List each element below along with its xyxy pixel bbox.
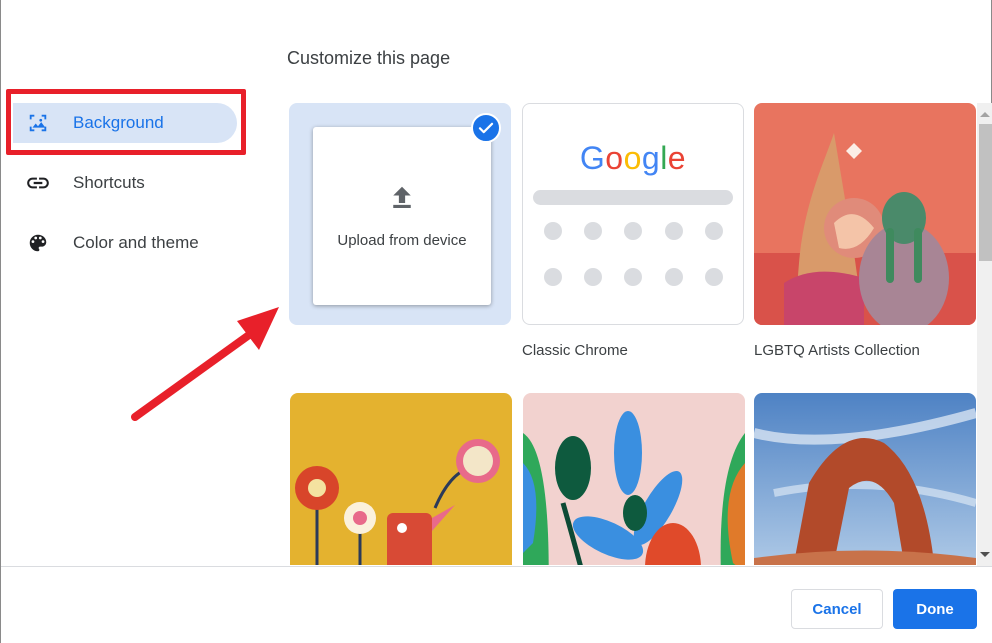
done-button[interactable]: Done — [893, 589, 977, 629]
scrollbar-thumb[interactable] — [979, 124, 992, 261]
shortcut-dot — [665, 268, 683, 286]
upload-label: Upload from device — [337, 232, 467, 249]
dialog-footer: Cancel Done — [1, 566, 992, 643]
shortcut-dot — [584, 222, 602, 240]
palette-icon — [25, 230, 51, 256]
sidebar-item-shortcuts[interactable]: Shortcuts — [13, 163, 237, 203]
desert-arch-thumb — [754, 393, 976, 565]
shortcut-dot — [624, 222, 642, 240]
shortcut-dot — [544, 222, 562, 240]
scroll-down-arrow-icon[interactable] — [980, 552, 990, 557]
classic-chrome-thumb: Google — [522, 103, 744, 325]
shortcut-dot — [544, 268, 562, 286]
background-tile[interactable] — [290, 393, 512, 565]
search-bar-placeholder — [533, 190, 733, 205]
shortcut-dot — [624, 268, 642, 286]
plants-thumb — [523, 393, 745, 565]
upload-card: Upload from device — [313, 127, 491, 305]
background-grid: Upload from device Google Classic Chrome… — [287, 100, 977, 565]
scroll-up-arrow-icon[interactable] — [980, 112, 990, 117]
background-tile[interactable] — [523, 393, 745, 565]
annotation-arrow — [131, 307, 279, 421]
customize-dialog: Customize this page Background Shortcuts… — [0, 0, 992, 643]
shortcut-dot — [665, 222, 683, 240]
google-logo: Google — [579, 140, 687, 176]
sidebar-item-label: Shortcuts — [73, 173, 145, 192]
lgbtq-artists-thumb — [754, 103, 976, 325]
tile-caption: Classic Chrome — [522, 342, 628, 359]
upload-from-device-tile[interactable]: Upload from device — [289, 103, 511, 325]
shortcut-dot — [705, 222, 723, 240]
upload-thumb: Upload from device — [289, 103, 511, 325]
link-icon — [25, 170, 51, 196]
shortcut-dot — [584, 268, 602, 286]
sidebar-item-color-and-theme[interactable]: Color and theme — [13, 223, 237, 263]
tile-caption: LGBTQ Artists Collection — [754, 342, 920, 359]
flowers-bird-thumb — [290, 393, 512, 565]
scrollbar[interactable] — [977, 103, 992, 566]
classic-chrome-tile[interactable]: Google Classic Chrome — [522, 103, 744, 359]
upload-icon — [387, 183, 417, 218]
lgbtq-artists-tile[interactable]: LGBTQ Artists Collection — [754, 103, 976, 359]
dialog-title: Customize this page — [287, 48, 451, 68]
cancel-button[interactable]: Cancel — [791, 589, 883, 629]
background-tile[interactable] — [754, 393, 976, 565]
shortcut-dot — [705, 268, 723, 286]
annotation-highlight-box — [6, 89, 246, 155]
selected-check-icon — [471, 113, 501, 143]
sidebar-item-label: Color and theme — [73, 233, 199, 252]
